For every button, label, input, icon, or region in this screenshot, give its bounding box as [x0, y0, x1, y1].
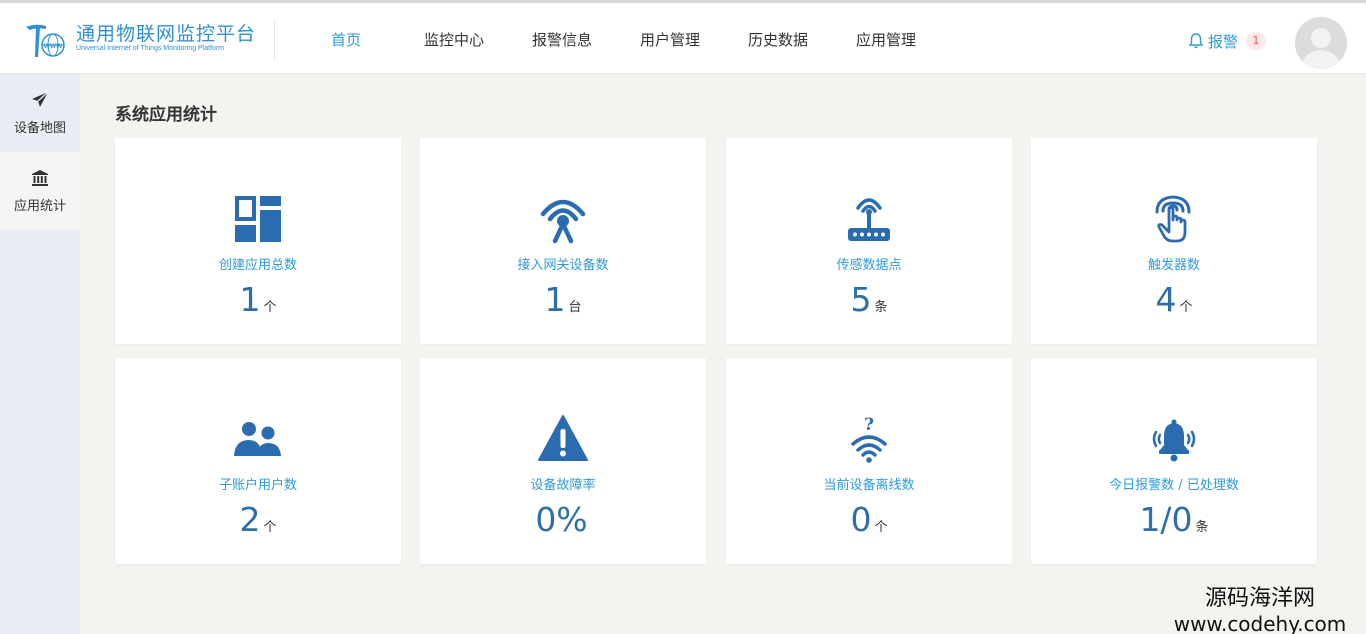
dashboard-tiles-icon — [235, 196, 281, 242]
stat-value-group: 0个 — [726, 500, 1012, 539]
stat-value: 0 — [850, 500, 872, 539]
stat-label: 当前设备离线数 — [823, 478, 915, 493]
stat-value-group: 0% — [420, 500, 706, 539]
users-icon — [234, 422, 281, 456]
bell-icon — [1188, 33, 1204, 49]
stat-unit: 个 — [263, 520, 277, 535]
warning-triangle-icon — [538, 415, 588, 461]
stat-value-group: 1台 — [420, 280, 706, 319]
stat-value: 1 — [239, 280, 261, 319]
watermark: 源码海洋网 www.codehy.com — [1160, 580, 1360, 634]
stat-value: 0% — [535, 500, 588, 539]
stat-card-triggers[interactable]: 触发器数 4个 — [1031, 138, 1317, 344]
stat-value-group: 4个 — [1031, 280, 1317, 319]
page-title: 系统应用统计 — [115, 105, 217, 125]
stat-card-alarms-today[interactable]: 今日报警数 / 已处理数 1/0 条 — [1031, 358, 1317, 564]
stat-value-group: 1个 — [115, 280, 401, 319]
stat-value-group: 1/0 条 — [1031, 500, 1317, 539]
stat-value: 2 — [239, 500, 261, 539]
paper-plane-icon — [32, 91, 49, 107]
logo[interactable]: WWW 通用物联网监控平台 Universal Internet of Thin… — [24, 17, 257, 61]
wifi-question-icon: ? — [851, 415, 887, 463]
stat-value-group: 5条 — [726, 280, 1012, 319]
main-content: 系统应用统计 创建应用总数 1个 接入网关设备数 1台 传感数据点 5 条 触发… — [80, 74, 1366, 634]
stat-value: 5 — [850, 280, 872, 319]
stat-card-apps[interactable]: 创建应用总数 1个 — [115, 138, 401, 344]
sidebar-item-label: 设备地图 — [13, 120, 66, 136]
stat-unit: 条 — [874, 300, 888, 315]
sidebar-item-label: 应用统计 — [13, 198, 66, 214]
alarm-bell-icon — [1152, 419, 1196, 462]
stat-unit: 个 — [874, 520, 888, 535]
stat-card-offline-devices[interactable]: ? 当前设备离线数 0个 — [726, 358, 1012, 564]
gateway-antenna-icon — [540, 199, 586, 244]
nav-item-monitoring[interactable]: 监控中心 — [400, 3, 508, 77]
stat-label: 设备故障率 — [530, 478, 596, 493]
sidebar-item-device-map[interactable]: 设备地图 — [0, 74, 80, 152]
nav-item-home[interactable]: 首页 — [292, 3, 400, 77]
logo-mark-text: WWW — [44, 43, 63, 50]
sidebar-item-app-stats[interactable]: 应用统计 — [0, 152, 80, 230]
stat-label: 接入网关设备数 — [517, 258, 609, 273]
stat-label: 触发器数 — [1147, 258, 1200, 273]
svg-text:?: ? — [864, 415, 874, 435]
alarm-count-badge: 1 — [1246, 32, 1267, 50]
stat-label: 创建应用总数 — [218, 258, 297, 273]
stat-label: 传感数据点 — [836, 258, 902, 273]
main-nav: 首页 监控中心 报警信息 用户管理 历史数据 应用管理 — [292, 3, 940, 77]
stat-unit: 条 — [1195, 520, 1209, 535]
logo-mark-icon: WWW — [26, 24, 65, 57]
user-silhouette-icon — [1295, 17, 1347, 69]
logo-divider — [274, 19, 275, 61]
stat-value: 4 — [1155, 280, 1177, 319]
bank-icon — [32, 169, 48, 186]
watermark-title: 源码海洋网 — [1204, 586, 1315, 611]
stat-unit: 个 — [263, 300, 277, 315]
stat-value: 1/0 — [1139, 500, 1193, 539]
logo-title: 通用物联网监控平台 — [76, 23, 257, 45]
stat-card-datapoints[interactable]: 传感数据点 5条 — [726, 138, 1012, 344]
alarm-label: 报警 — [1208, 32, 1239, 51]
stat-card-fault-rate[interactable]: 设备故障率 0% — [420, 358, 706, 564]
nav-item-users[interactable]: 用户管理 — [616, 3, 724, 77]
router-icon — [848, 198, 890, 241]
stat-card-gateways[interactable]: 接入网关设备数 1台 — [420, 138, 706, 344]
nav-item-apps[interactable]: 应用管理 — [832, 3, 940, 77]
stat-label: 子账户用户数 — [218, 478, 297, 493]
top-navbar: WWW 通用物联网监控平台 Universal Internet of Thin… — [0, 0, 1366, 74]
stat-value: 1 — [544, 280, 566, 319]
touch-hand-icon — [1155, 195, 1191, 243]
alarm-button[interactable]: 报警 1 — [1188, 30, 1267, 52]
watermark-url: www.codehy.com — [1173, 612, 1347, 634]
nav-item-history[interactable]: 历史数据 — [724, 3, 832, 77]
avatar[interactable] — [1295, 17, 1347, 69]
nav-item-alarms[interactable]: 报警信息 — [508, 3, 616, 77]
logo-subtitle: Universal Internet of Things Monitoring … — [76, 45, 225, 52]
stat-card-subaccounts[interactable]: 子账户用户数 2个 — [115, 358, 401, 564]
stat-value-group: 2个 — [115, 500, 401, 539]
stat-unit: 台 — [568, 300, 582, 315]
stat-label: 今日报警数 / 已处理数 — [1109, 478, 1239, 493]
stat-unit: 个 — [1179, 300, 1193, 315]
sidebar: 设备地图 应用统计 — [0, 74, 80, 634]
